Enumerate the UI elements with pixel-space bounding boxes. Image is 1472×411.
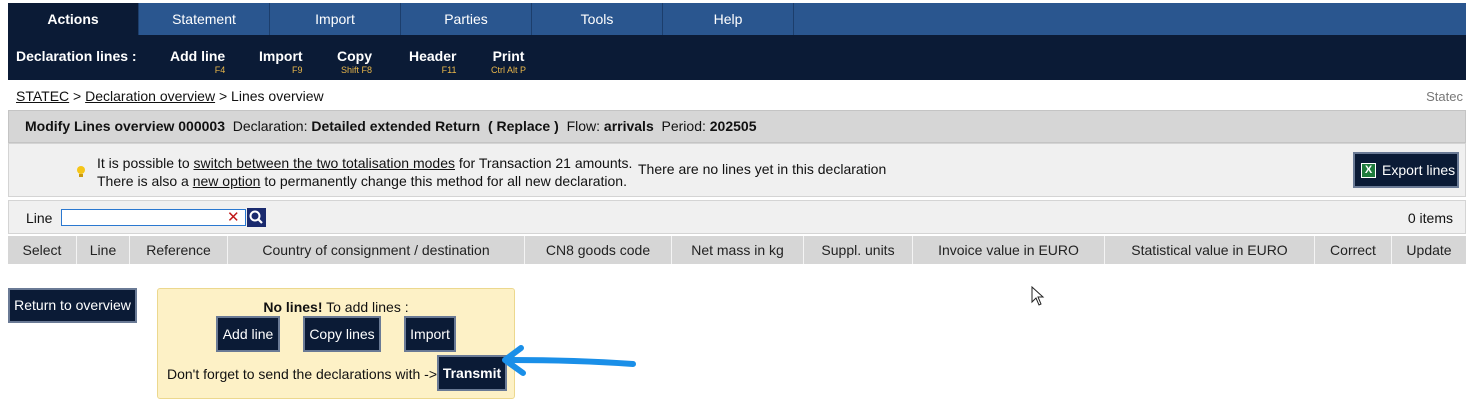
line-search-input[interactable] xyxy=(61,209,246,226)
tab-import[interactable]: Import xyxy=(270,3,401,35)
tab-tools[interactable]: Tools xyxy=(532,3,663,35)
add-line-button[interactable]: Add line xyxy=(216,316,280,352)
toolbar-copy-label: Copy xyxy=(337,48,372,64)
no-lines-hint-text: To add lines : xyxy=(326,299,409,315)
flow-label: Flow: xyxy=(566,118,601,134)
toolbar-header-shortcut: F11 xyxy=(441,65,457,75)
column-update[interactable]: Update xyxy=(1392,236,1466,264)
column-country[interactable]: Country of consignment / destination xyxy=(228,236,525,264)
breadcrumb: STATEC > Declaration overview > Lines ov… xyxy=(16,88,324,104)
no-lines-hint: No lines! To add lines : xyxy=(158,299,514,315)
toolbar-add-line[interactable]: Add line F4 xyxy=(170,48,225,75)
switch-totalisation-link[interactable]: switch between the two totalisation mode… xyxy=(194,155,455,171)
annotation-arrow-icon xyxy=(502,345,636,376)
transmit-reminder: Don't forget to send the declarations wi… xyxy=(167,366,437,382)
no-lines-hint-box: No lines! To add lines : Add line Copy l… xyxy=(157,288,515,399)
breadcrumb-statec-link[interactable]: STATEC xyxy=(16,88,69,104)
clear-icon[interactable]: ✕ xyxy=(227,209,240,226)
info-panel: It is possible to switch between the two… xyxy=(8,143,1466,197)
totalisation-message: It is possible to switch between the two… xyxy=(97,155,632,171)
line-filter-label: Line xyxy=(26,210,53,226)
tab-help[interactable]: Help xyxy=(663,3,794,35)
totalisation-text-post: for Transaction 21 amounts. xyxy=(458,155,633,171)
tab-statement[interactable]: Statement xyxy=(139,3,270,35)
toolbar-title: Declaration lines : xyxy=(16,48,137,64)
toolbar-print[interactable]: Print Ctrl Alt P xyxy=(491,48,526,75)
new-option-text-pre: There is also a xyxy=(97,173,189,189)
new-option-text-post: to permanently change this method for al… xyxy=(264,173,627,189)
totalisation-text-pre: It is possible to xyxy=(97,155,190,171)
period-label: Period: xyxy=(661,118,706,134)
breadcrumb-current: Lines overview xyxy=(231,88,324,104)
export-lines-label: Export lines xyxy=(1382,162,1456,178)
column-line[interactable]: Line xyxy=(77,236,130,264)
declaration-mode: ( Replace ) xyxy=(487,118,559,134)
toolbar-import[interactable]: Import F9 xyxy=(259,48,303,75)
column-net-mass[interactable]: Net mass in kg xyxy=(672,236,804,264)
site-label: Statec xyxy=(1426,89,1463,104)
no-lines-message: There are no lines yet in this declarati… xyxy=(638,161,887,177)
page-title: Modify Lines overview 000003 xyxy=(25,118,225,134)
column-reference[interactable]: Reference xyxy=(130,236,228,264)
toolbar-header[interactable]: Header F11 xyxy=(409,48,456,75)
lightbulb-icon xyxy=(77,166,85,177)
toolbar-print-label: Print xyxy=(492,48,525,64)
tab-parties[interactable]: Parties xyxy=(401,3,532,35)
breadcrumb-declaration-overview-link[interactable]: Declaration overview xyxy=(85,88,215,104)
column-statistical-value[interactable]: Statistical value in EURO xyxy=(1105,236,1315,264)
return-to-overview-button[interactable]: Return to overview xyxy=(8,288,137,323)
page-heading: Modify Lines overview 000003 Declaration… xyxy=(8,110,1466,143)
toolbar: Declaration lines : Add line F4 Import F… xyxy=(8,35,1466,80)
import-button[interactable]: Import xyxy=(404,316,456,352)
line-filter: Line ✕ 0 items xyxy=(8,200,1466,234)
toolbar-add-line-shortcut: F4 xyxy=(214,65,226,75)
new-option-link[interactable]: new option xyxy=(193,173,261,189)
copy-lines-button[interactable]: Copy lines xyxy=(303,316,381,352)
toolbar-add-line-label: Add line xyxy=(170,48,226,64)
breadcrumb-separator: > xyxy=(218,88,228,104)
toolbar-import-shortcut: F9 xyxy=(292,65,303,75)
column-suppl-units[interactable]: Suppl. units xyxy=(804,236,913,264)
tab-actions[interactable]: Actions xyxy=(8,3,139,35)
toolbar-copy-shortcut: Shift F8 xyxy=(340,65,372,75)
excel-icon: X xyxy=(1361,162,1376,178)
search-icon[interactable] xyxy=(247,208,266,227)
new-option-message: There is also a new option to permanentl… xyxy=(97,173,627,189)
items-count: 0 items xyxy=(1407,210,1453,226)
declaration-value: Detailed extended Return xyxy=(311,118,481,134)
toolbar-print-shortcut: Ctrl Alt P xyxy=(491,65,527,75)
main-tabs: Actions Statement Import Parties Tools H… xyxy=(8,3,1466,35)
export-lines-button[interactable]: X Export lines xyxy=(1353,152,1459,188)
toolbar-import-label: Import xyxy=(259,48,303,64)
lines-table-header: Select Line Reference Country of consign… xyxy=(8,236,1466,264)
column-invoice-value[interactable]: Invoice value in EURO xyxy=(913,236,1105,264)
flow-value: arrivals xyxy=(603,118,654,134)
no-lines-hint-bold: No lines! xyxy=(263,299,323,315)
column-cn8-code[interactable]: CN8 goods code xyxy=(525,236,672,264)
declaration-label: Declaration: xyxy=(232,118,308,134)
period-value: 202505 xyxy=(709,118,757,134)
breadcrumb-separator: > xyxy=(73,88,82,104)
column-select[interactable]: Select xyxy=(8,236,77,264)
mouse-cursor-icon xyxy=(1031,286,1045,306)
toolbar-header-label: Header xyxy=(409,48,457,64)
column-correct[interactable]: Correct xyxy=(1315,236,1392,264)
toolbar-copy[interactable]: Copy Shift F8 xyxy=(337,48,372,75)
